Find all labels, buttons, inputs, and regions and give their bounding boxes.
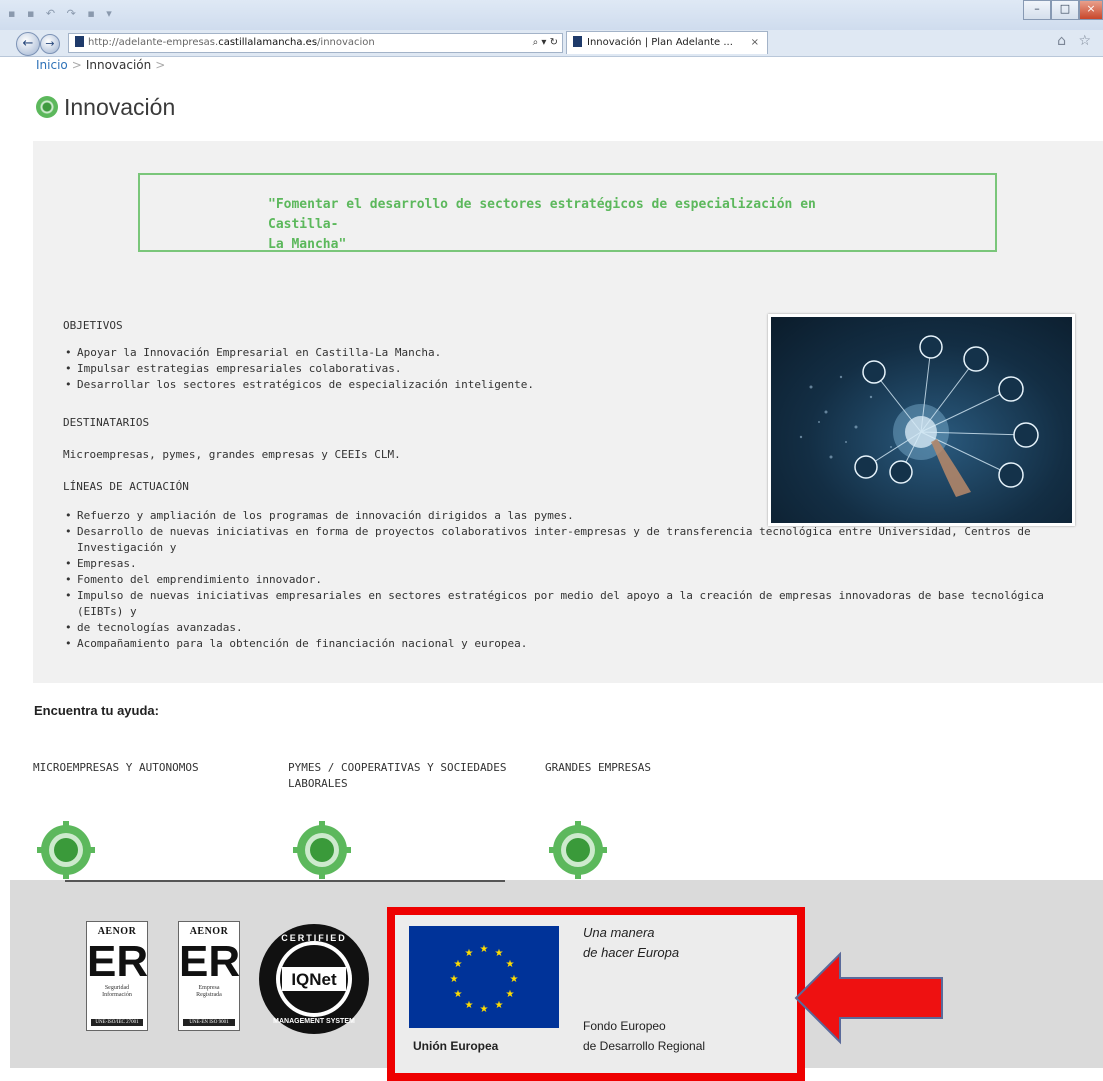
grandes-empresas-gear-icon[interactable] <box>548 820 608 880</box>
footer: AENOR ER Seguridad Información UNE-ISO/I… <box>10 880 1103 1081</box>
list-item: Desarrollo de nuevas iniciativas en form… <box>63 524 1093 556</box>
page-title-row: Innovación <box>36 92 175 122</box>
innovation-gear-icon <box>36 96 58 118</box>
quote-line-1: "Fomentar el desarrollo de sectores estr… <box>268 197 816 232</box>
eu-slogan-line2: de hacer Europa <box>583 945 680 960</box>
eu-fund-line1: Fondo Europeo <box>583 1019 666 1033</box>
lineas-heading: LÍNEAS DE ACTUACIÓN <box>63 480 189 493</box>
svg-text:★: ★ <box>495 948 504 959</box>
window-controls: – □ × <box>1023 0 1103 22</box>
svg-text:★: ★ <box>454 989 463 1000</box>
aenor-logo-head: AENOR <box>189 926 229 937</box>
address-url: http://adelante-empresas.castillalamanch… <box>88 37 375 48</box>
aenor-seguridad-logo: AENOR ER Seguridad Información UNE-ISO/I… <box>86 921 148 1031</box>
aenor-logo-code: UNE-ISO/IEC 27001 <box>91 1019 143 1026</box>
minimize-button[interactable]: – <box>1023 0 1051 20</box>
list-item: Impulso de nuevas iniciativas empresaria… <box>63 588 1093 620</box>
pymes-gear-icon[interactable] <box>292 820 352 880</box>
list-item: Impulsar estrategias empresariales colab… <box>63 361 534 377</box>
aenor-logo-head: AENOR <box>97 926 137 937</box>
objetivos-heading: OBJETIVOS <box>63 319 123 332</box>
iqnet-certified-text: CERTIFIED <box>281 933 347 943</box>
microempresas-gear-icon[interactable] <box>36 820 96 880</box>
footer-divider <box>65 880 505 882</box>
svg-text:★: ★ <box>480 1004 489 1015</box>
list-item: Acompañamiento para la obtención de fina… <box>63 636 1093 652</box>
eu-slogan: Una manera de hacer Europa <box>583 923 679 963</box>
page-icon <box>75 36 84 47</box>
svg-text:★: ★ <box>506 989 515 1000</box>
category-pymes[interactable]: PYMES / COOPERATIVAS Y SOCIEDADES LABORA… <box>288 760 507 792</box>
tab-page-icon <box>573 36 582 47</box>
aenor-logo-code: UNE-EN ISO 9001 <box>183 1019 235 1026</box>
quick-access-toolbar-icon[interactable]: ▪ ▪ ↶ ↷ ▪ ▾ <box>8 7 116 20</box>
aenor-logo-sub: Información <box>102 992 132 998</box>
find-help-title: Encuentra tu ayuda: <box>34 703 159 718</box>
svg-text:★: ★ <box>465 1000 474 1011</box>
eu-fund-text: Fondo Europeo de Desarrollo Regional <box>583 1016 705 1056</box>
lineas-list: Refuerzo y ampliación de los programas d… <box>63 508 1093 652</box>
eu-slogan-line1: Una manera <box>583 925 655 940</box>
category-pymes-line1: PYMES / COOPERATIVAS Y SOCIEDADES <box>288 761 507 774</box>
aenor-empresa-registrada-logo: AENOR ER Empresa Registrada UNE-EN ISO 9… <box>178 921 240 1031</box>
breadcrumb: Inicio > Innovación > <box>36 58 169 72</box>
forward-button[interactable]: → <box>40 34 60 54</box>
address-bar[interactable]: http://adelante-empresas.castillalamanch… <box>68 33 563 53</box>
aenor-logo-er: ER <box>87 937 149 986</box>
quote-text: "Fomentar el desarrollo de sectores estr… <box>268 195 888 255</box>
svg-text:★: ★ <box>454 959 463 970</box>
iqnet-management-text: MANAGEMENT SYSTEM <box>273 1018 355 1025</box>
breadcrumb-current: Innovación <box>85 58 152 72</box>
breadcrumb-separator: > <box>71 58 82 72</box>
list-item-continuation: de tecnologías avanzadas. <box>63 620 1093 636</box>
restore-button[interactable]: □ <box>1051 0 1079 20</box>
eu-flag-icon: ★ ★★ ★★★ ★★★ ★★★ <box>409 926 559 1028</box>
list-item-continuation: Empresas. <box>63 556 1093 572</box>
innovation-tech-image <box>768 314 1075 526</box>
list-item: Apoyar la Innovación Empresarial en Cast… <box>63 345 534 361</box>
destinatarios-heading: DESTINATARIOS <box>63 416 150 429</box>
red-pointer-arrow-icon <box>794 951 943 1045</box>
quote-line-2: La Mancha" <box>268 237 347 252</box>
aenor-logo-er: ER <box>179 937 241 986</box>
breadcrumb-trailing-separator: > <box>155 58 166 72</box>
eu-funding-highlight-box: ★ ★ ★ ★ ★ ★ ★ ★ ★ ★ ★ ★ Unión Europea Una manera… <box>387 907 805 1081</box>
svg-text:★: ★ <box>480 944 489 955</box>
home-favorites-icon[interactable]: ⌂ ☆ <box>1057 33 1095 49</box>
window-titlebar: ▪ ▪ ↶ ↷ ▪ ▾ – □ × <box>0 0 1103 30</box>
search-refresh-controls[interactable]: ⌕ ▾ ↻ <box>533 34 558 52</box>
aenor-logo-sub: Empresa <box>198 985 220 991</box>
content-panel: "Fomentar el desarrollo de sectores estr… <box>33 141 1103 683</box>
browser-navbar: ← → http://adelante-empresas.castillalam… <box>0 30 1103 57</box>
eu-label: Unión Europea <box>413 1039 499 1053</box>
network-illustration <box>799 335 1039 497</box>
iqnet-name: IQNet <box>291 970 337 989</box>
svg-text:★: ★ <box>495 1000 504 1011</box>
eu-fund-line2: de Desarrollo Regional <box>583 1039 706 1053</box>
page-title: Innovación <box>64 93 176 120</box>
category-microempresas[interactable]: MICROEMPRESAS Y AUTONOMOS <box>33 760 199 776</box>
list-item: Fomento del emprendimiento innovador. <box>63 572 1093 588</box>
category-pymes-line2: LABORALES <box>288 777 348 790</box>
close-window-button[interactable]: × <box>1079 0 1103 20</box>
back-button[interactable]: ← <box>16 32 40 56</box>
svg-text:★: ★ <box>450 974 459 985</box>
aenor-logo-sub: Registrada <box>196 992 222 998</box>
iqnet-certified-logo: IQNet CERTIFIED MANAGEMENT SYSTEM <box>259 924 369 1034</box>
svg-text:★: ★ <box>510 974 519 985</box>
list-item: Desarrollar los sectores estratégicos de… <box>63 377 534 393</box>
destinatarios-text: Microempresas, pymes, grandes empresas y… <box>63 448 401 461</box>
svg-text:★: ★ <box>506 959 515 970</box>
browser-tab[interactable]: Innovación | Plan Adelante ... × <box>566 31 768 54</box>
tab-close-icon[interactable]: × <box>751 32 759 54</box>
svg-text:★: ★ <box>465 948 474 959</box>
objetivos-list: Apoyar la Innovación Empresarial en Cast… <box>63 345 534 393</box>
tab-title: Innovación | Plan Adelante ... <box>587 37 733 48</box>
breadcrumb-home-link[interactable]: Inicio <box>36 58 68 72</box>
aenor-logo-sub: Seguridad <box>104 985 130 991</box>
category-grandes-empresas[interactable]: GRANDES EMPRESAS <box>545 760 651 776</box>
